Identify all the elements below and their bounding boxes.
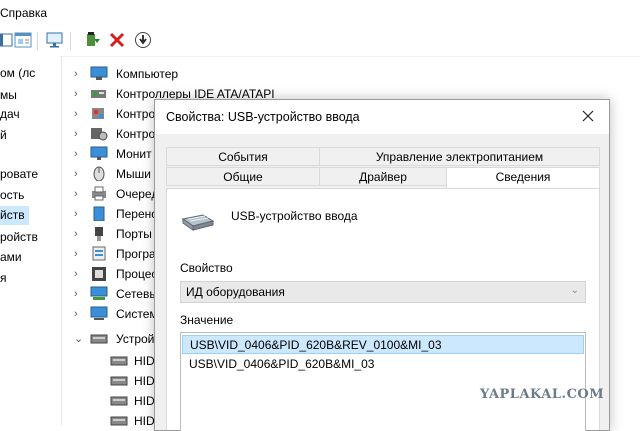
disable-device-button[interactable] [132, 29, 154, 51]
scan-hardware-button[interactable] [44, 29, 66, 51]
value-label: Значение [180, 313, 234, 327]
left-pane-item-selected[interactable]: йств [0, 206, 29, 225]
left-pane-item[interactable]: мы [0, 86, 17, 105]
left-pane-item[interactable]: ами [0, 248, 22, 267]
toolbar-separator [37, 32, 38, 50]
tree-category-label: Очеред [116, 187, 159, 201]
tree-category-label: Устрой [116, 332, 155, 346]
value-list[interactable]: USB\VID_0406&PID_620B&REV_0100&MI_03 USB… [180, 332, 586, 431]
chevron-right-icon[interactable]: › [74, 124, 84, 144]
chevron-right-icon[interactable]: › [74, 264, 84, 284]
monitor-icon [90, 146, 108, 160]
left-pane: ом (лс мы дач й ровате ость йств ройств … [0, 56, 60, 425]
hid-device-icon [110, 356, 128, 366]
download-circle-icon [135, 32, 151, 48]
left-pane-item[interactable]: ройств [0, 228, 38, 247]
tree-category-label: Систем [116, 307, 158, 321]
update-driver-button[interactable] [81, 29, 103, 51]
properties-button[interactable] [12, 29, 34, 51]
property-dropdown[interactable]: ИД оборудования ⌄ [180, 281, 586, 303]
processor-icon [92, 267, 106, 281]
chevron-down-icon: ⌄ [570, 285, 579, 296]
tree-category-label: Контро [116, 107, 156, 121]
chevron-right-icon[interactable]: › [74, 104, 84, 124]
chevron-right-icon[interactable]: › [74, 184, 84, 204]
tree-category-label: Сетевы [116, 287, 158, 301]
system-device-icon [90, 306, 108, 320]
ide-controller-icon [91, 90, 106, 98]
mouse-icon [93, 166, 105, 181]
dialog-title-bar[interactable]: Свойства: USB-устройство ввода [155, 100, 609, 134]
dialog-title: Свойства: USB-устройство ввода [166, 110, 360, 124]
watermark: YAPLAKAL.COM [480, 387, 605, 402]
controller-gear-icon [91, 128, 108, 141]
hid-device-icon [110, 396, 128, 406]
tree-device-label: HID [134, 394, 155, 408]
tab-details[interactable]: Сведения [446, 167, 600, 188]
menu-help[interactable]: Справка [0, 6, 47, 20]
hid-device-icon [110, 416, 128, 426]
toolbar [0, 26, 640, 57]
port-icon [95, 227, 103, 241]
update-driver-icon [87, 32, 100, 46]
tab-events[interactable]: События [166, 147, 320, 166]
tree-category-label: Мыши [116, 167, 151, 181]
tree-category-label: Компьютер [116, 67, 179, 81]
chevron-right-icon[interactable]: › [74, 84, 84, 104]
portable-device-icon [93, 206, 105, 221]
left-pane-item[interactable]: я [0, 269, 7, 288]
chevron-down-icon[interactable]: ⌄ [74, 329, 84, 349]
tree-category-label: Процес [116, 267, 158, 281]
device-name: USB-устройство ввода [231, 209, 358, 223]
chevron-right-icon[interactable]: › [74, 244, 84, 264]
usb-keyboard-icon [181, 214, 215, 231]
software-device-icon [92, 246, 106, 261]
network-adapter-icon [90, 286, 108, 300]
tab-driver[interactable]: Драйвер [319, 167, 447, 186]
hid-device-icon [110, 376, 128, 386]
toolbar-separator [70, 32, 71, 50]
tree-category-label: Порты [116, 227, 152, 241]
value-list-item[interactable]: USB\VID_0406&PID_620B&MI_03 [182, 355, 584, 374]
left-pane-item[interactable]: ом (лс [0, 64, 35, 83]
left-pane-item[interactable]: ость [0, 186, 24, 205]
close-x-icon [109, 32, 125, 48]
chevron-right-icon[interactable]: › [74, 164, 84, 184]
tab-general[interactable]: Общие [166, 167, 320, 186]
uninstall-device-button[interactable] [106, 29, 128, 51]
properties-window-icon [14, 32, 32, 48]
menu-bar: Справка [0, 0, 640, 26]
tree-device-label: HID [134, 374, 155, 388]
chevron-right-icon[interactable]: › [74, 64, 84, 84]
properties-dialog: Свойства: USB-устройство ввода События У… [154, 99, 610, 431]
monitor-scan-icon [46, 32, 63, 48]
left-pane-item[interactable]: дач [0, 105, 20, 124]
tree-category-label: Програ [116, 247, 156, 261]
tree-device-label: HID [134, 354, 155, 368]
tree-category-label: Контро [116, 127, 156, 141]
close-button[interactable] [577, 106, 599, 128]
value-list-item-selected[interactable]: USB\VID_0406&PID_620B&REV_0100&MI_03 [182, 335, 584, 354]
print-queue-icon [92, 186, 106, 201]
chevron-right-icon[interactable]: › [74, 144, 84, 164]
chevron-right-icon[interactable]: › [74, 284, 84, 304]
chevron-right-icon[interactable]: › [74, 304, 84, 324]
tree-category-label: Перено [116, 207, 158, 221]
close-icon [582, 110, 594, 122]
chevron-right-icon[interactable]: › [74, 224, 84, 244]
chevron-right-icon[interactable]: › [74, 204, 84, 224]
property-label: Свойство [180, 261, 233, 275]
storage-controller-icon [92, 108, 104, 119]
property-dropdown-value: ИД оборудования [186, 285, 285, 299]
computer-icon [90, 66, 108, 80]
left-pane-item[interactable]: й [0, 126, 7, 145]
tab-power-management[interactable]: Управление электропитанием [319, 147, 600, 166]
tree-category-label: Монит [116, 147, 152, 161]
tree-device-label: HID [134, 414, 155, 428]
left-pane-item[interactable]: ровате [0, 165, 38, 184]
hid-device-icon [90, 334, 108, 344]
